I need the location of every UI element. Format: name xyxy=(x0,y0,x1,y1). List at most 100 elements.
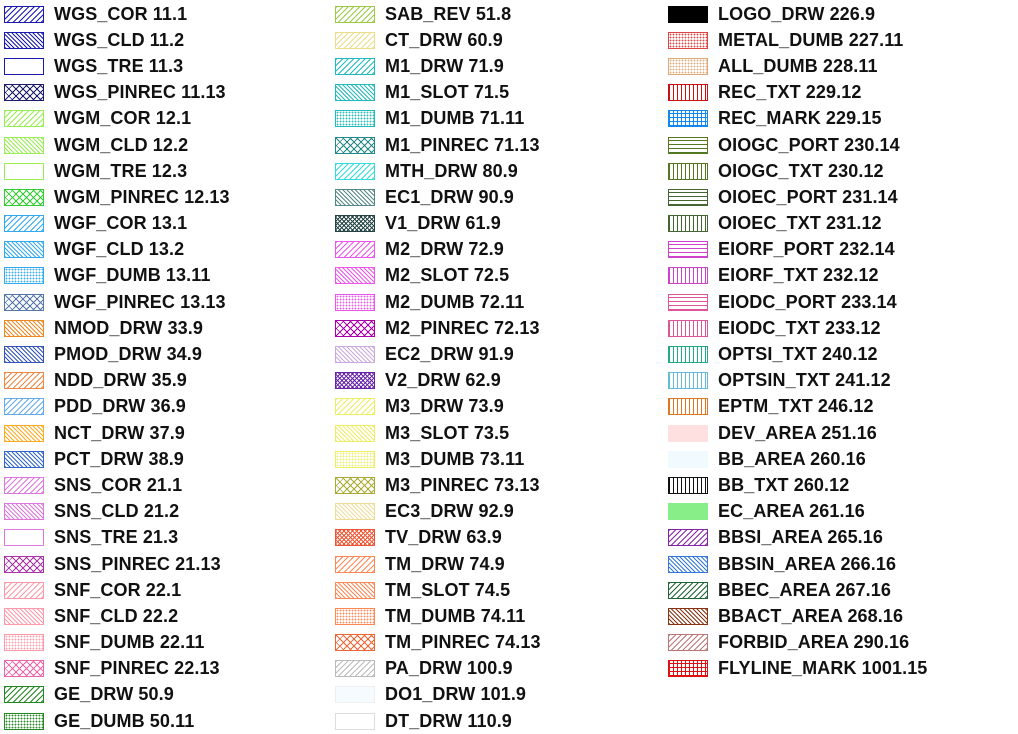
legend-item: EC_AREA 261.16 xyxy=(668,499,927,525)
legend-item: PDD_DRW 36.9 xyxy=(4,394,230,420)
legend-item: REC_TXT 229.12 xyxy=(668,80,927,106)
layer-label: PA_DRW 100.9 xyxy=(385,658,513,679)
legend-item: EIODC_PORT 233.14 xyxy=(668,289,927,315)
legend-column-3: LOGO_DRW 226.9 METAL_DUMB 227.11 ALL_DUMB … xyxy=(668,1,927,682)
layer-swatch xyxy=(335,57,375,75)
layer-swatch xyxy=(335,215,375,233)
layer-swatch xyxy=(335,712,375,730)
layer-swatch xyxy=(4,529,44,547)
layer-swatch xyxy=(4,293,44,311)
legend-item: SNF_CLD 22.2 xyxy=(4,603,230,629)
legend-item: M1_PINREC 71.13 xyxy=(335,132,541,158)
layer-swatch xyxy=(4,110,44,128)
layer-label: EC1_DRW 90.9 xyxy=(385,186,514,207)
legend-item: PA_DRW 100.9 xyxy=(335,656,541,682)
legend-item: WGF_CLD 13.2 xyxy=(4,237,230,263)
legend-item: WGM_COR 12.1 xyxy=(4,106,230,132)
layer-label: PMOD_DRW 34.9 xyxy=(54,344,203,365)
layer-label: M2_SLOT 72.5 xyxy=(385,265,510,286)
layer-label: BB_AREA 260.16 xyxy=(718,448,866,469)
layer-swatch xyxy=(4,57,44,75)
legend-item: TM_PINREC 74.13 xyxy=(335,630,541,656)
legend-item: WGS_COR 11.1 xyxy=(4,1,230,27)
layer-label: DO1_DRW 101.9 xyxy=(385,684,527,705)
layer-label: M1_DUMB 71.11 xyxy=(385,108,525,129)
layer-label: M1_PINREC 71.13 xyxy=(385,134,540,155)
layer-swatch xyxy=(335,372,375,390)
legend-item: SNS_CLD 21.2 xyxy=(4,499,230,525)
legend-item: V1_DRW 61.9 xyxy=(335,211,541,237)
legend-item: GE_DRW 50.9 xyxy=(4,682,230,708)
legend-item: SNF_COR 22.1 xyxy=(4,577,230,603)
legend-item: PCT_DRW 38.9 xyxy=(4,446,230,472)
layer-label: V1_DRW 61.9 xyxy=(385,213,501,234)
layer-label: METAL_DUMB 227.11 xyxy=(718,29,904,50)
legend-item: SNS_COR 21.1 xyxy=(4,472,230,498)
layer-swatch xyxy=(668,476,708,494)
legend-item: DO1_DRW 101.9 xyxy=(335,682,541,708)
legend-item: GE_DUMB 50.11 xyxy=(4,708,230,734)
legend-item: ALL_DUMB 228.11 xyxy=(668,53,927,79)
layer-swatch xyxy=(4,503,44,521)
layer-swatch xyxy=(335,660,375,678)
layer-swatch xyxy=(335,241,375,259)
legend-item: EIORF_PORT 232.14 xyxy=(668,237,927,263)
layer-label: TV_DRW 63.9 xyxy=(385,527,502,548)
layer-swatch xyxy=(4,215,44,233)
layer-label: SNF_COR 22.1 xyxy=(54,579,182,600)
legend-item: OPTSI_TXT 240.12 xyxy=(668,341,927,367)
legend-item: DT_DRW 110.9 xyxy=(335,708,541,734)
layer-swatch xyxy=(335,607,375,625)
layer-label: LOGO_DRW 226.9 xyxy=(718,3,876,24)
layer-label: NMOD_DRW 33.9 xyxy=(54,317,204,338)
layer-swatch xyxy=(4,31,44,49)
legend-item: OIOGC_PORT 230.14 xyxy=(668,132,927,158)
layer-label: EIORF_PORT 232.14 xyxy=(718,239,895,260)
legend-item: WGM_CLD 12.2 xyxy=(4,132,230,158)
layer-label: WGS_TRE 11.3 xyxy=(54,55,184,76)
legend-item: M3_SLOT 73.5 xyxy=(335,420,541,446)
legend-column-1: WGS_COR 11.1 WGS_CLD 11.2 WGS_TRE 11.3 WGS_… xyxy=(4,1,230,734)
layer-label: DT_DRW 110.9 xyxy=(385,710,512,731)
layer-label: M3_SLOT 73.5 xyxy=(385,422,510,443)
layer-label: BBEC_AREA 267.16 xyxy=(718,579,892,600)
legend-item: EC3_DRW 92.9 xyxy=(335,499,541,525)
layer-label: SNS_COR 21.1 xyxy=(54,474,183,495)
layer-swatch xyxy=(4,372,44,390)
legend-item: EC1_DRW 90.9 xyxy=(335,184,541,210)
layer-label: M3_PINREC 73.13 xyxy=(385,474,540,495)
layer-swatch xyxy=(668,346,708,364)
legend-item: M1_SLOT 71.5 xyxy=(335,80,541,106)
legend-column-2: SAB_REV 51.8 CT_DRW 60.9 M1_DRW 71.9 M1_SLO… xyxy=(335,1,541,734)
layer-swatch xyxy=(668,110,708,128)
layer-swatch xyxy=(335,267,375,285)
legend-item: WGS_TRE 11.3 xyxy=(4,53,230,79)
layer-label: REC_TXT 229.12 xyxy=(718,82,862,103)
layer-label: PCT_DRW 38.9 xyxy=(54,448,184,469)
layer-label: BB_TXT 260.12 xyxy=(718,474,850,495)
layer-swatch xyxy=(668,241,708,259)
layer-swatch xyxy=(335,346,375,364)
legend-item: FLYLINE_MARK 1001.15 xyxy=(668,656,927,682)
layer-label: WGM_COR 12.1 xyxy=(54,108,192,129)
layer-swatch xyxy=(4,84,44,102)
layer-swatch xyxy=(668,267,708,285)
layer-swatch xyxy=(4,607,44,625)
layer-label: GE_DRW 50.9 xyxy=(54,684,174,705)
layer-swatch xyxy=(668,660,708,678)
layer-swatch xyxy=(4,162,44,180)
layer-swatch xyxy=(668,136,708,154)
layer-swatch xyxy=(4,188,44,206)
layer-label: FLYLINE_MARK 1001.15 xyxy=(718,658,928,679)
layer-swatch xyxy=(668,57,708,75)
legend-item: OIOEC_TXT 231.12 xyxy=(668,211,927,237)
layer-label: WGS_CLD 11.2 xyxy=(54,29,185,50)
layer-swatch xyxy=(335,424,375,442)
legend-item: SNF_DUMB 22.11 xyxy=(4,630,230,656)
legend-item: WGS_CLD 11.2 xyxy=(4,27,230,53)
layer-swatch xyxy=(668,450,708,468)
layer-label: WGS_COR 11.1 xyxy=(54,3,188,24)
layer-swatch xyxy=(335,450,375,468)
layer-swatch xyxy=(4,398,44,416)
layer-swatch xyxy=(668,188,708,206)
